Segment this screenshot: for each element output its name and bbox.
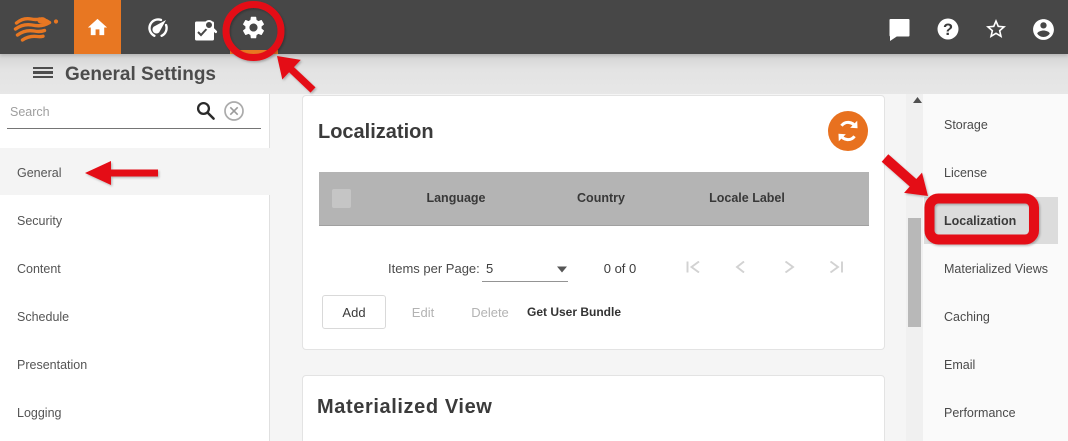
svg-text:?: ? [943, 21, 953, 39]
